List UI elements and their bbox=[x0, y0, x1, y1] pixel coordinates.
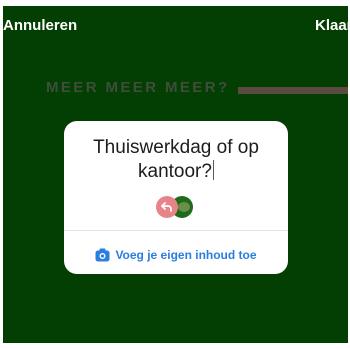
reply-avatar bbox=[156, 196, 178, 218]
avatar-group bbox=[156, 196, 200, 218]
question-text-field[interactable]: Thuiswerkdag of op kantoor? bbox=[64, 136, 288, 184]
add-own-content-label: Voeg je eigen inhoud toe bbox=[115, 248, 257, 262]
done-button[interactable]: Klaar bbox=[315, 17, 348, 35]
camera-icon bbox=[95, 248, 110, 262]
question-sticker-card[interactable]: Thuiswerkdag of op kantoor? Voeg je eige… bbox=[64, 121, 288, 274]
card-divider bbox=[64, 230, 288, 231]
background-text: MEER MEER MEER? bbox=[46, 79, 230, 96]
avatar-image bbox=[178, 202, 190, 212]
question-text: Thuiswerkdag of op kantoor? bbox=[93, 137, 259, 182]
cancel-button[interactable]: Annuleren bbox=[3, 17, 77, 35]
text-cursor bbox=[212, 160, 214, 180]
reply-arrow-icon bbox=[161, 202, 172, 212]
background-bar bbox=[238, 87, 348, 94]
add-own-content-button[interactable]: Voeg je eigen inhoud toe bbox=[64, 245, 288, 265]
story-editor-screen: Annuleren Klaar MEER MEER MEER? Thuiswer… bbox=[0, 0, 350, 350]
